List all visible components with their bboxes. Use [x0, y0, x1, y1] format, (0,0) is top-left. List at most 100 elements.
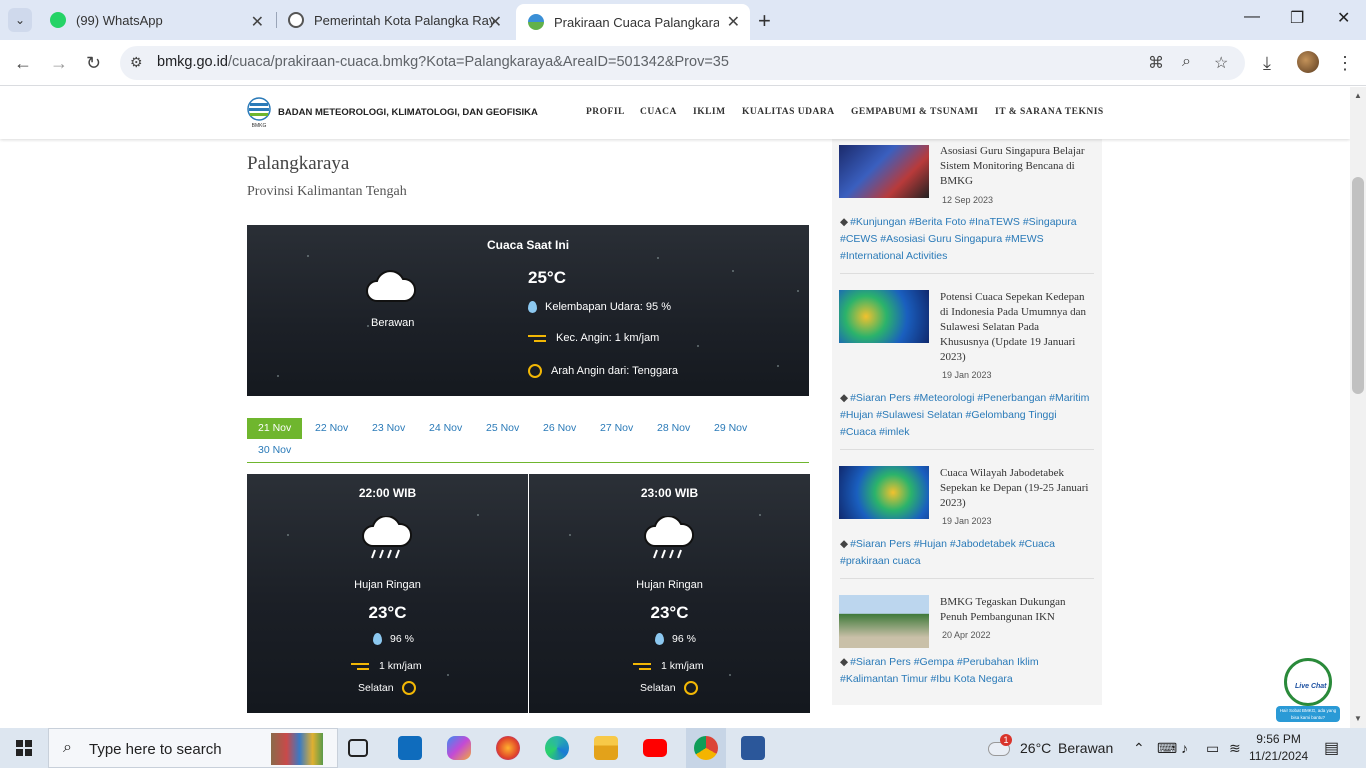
reload-button[interactable]: ↻ — [86, 53, 101, 74]
site-info-icon[interactable]: ⚙ — [130, 54, 143, 71]
restore-button[interactable]: ❐ — [1290, 8, 1304, 28]
current-weather-title: Cuaca Saat Ini — [487, 238, 570, 252]
close-tab-icon[interactable]: ✕ — [251, 12, 264, 32]
wifi-icon[interactable]: ≋ — [1229, 740, 1241, 757]
article-title[interactable]: Cuaca Wilayah Jabodetabek Sepekan ke Dep… — [940, 466, 1090, 511]
bmkg-favicon-icon — [528, 14, 544, 30]
task-view-icon[interactable] — [348, 739, 368, 757]
back-button[interactable]: ← — [14, 53, 32, 74]
keyboard-icon[interactable]: ⌨ — [1157, 740, 1177, 757]
taskbar-search[interactable]: ⌕ Type here to search — [48, 728, 338, 768]
article-tags[interactable]: ◆ #Kunjungan #Berita Foto #InaTEWS #Singa… — [840, 214, 1090, 265]
article-tags-text[interactable]: #Siaran Pers #Gempa #Perubahan Iklim #Ka… — [840, 656, 1039, 685]
forecast-direction-row: Selatan — [640, 681, 707, 695]
date-tab-27-nov[interactable]: 27 Nov — [589, 418, 644, 439]
nav-iklim[interactable]: IKLIM — [693, 107, 726, 117]
url-text[interactable]: bmkg.go.id/cuaca/prakiraan-cuaca.bmkg?Ko… — [157, 54, 729, 70]
download-icon[interactable]: ⤓ — [1263, 53, 1271, 74]
forward-button[interactable]: → — [50, 53, 68, 74]
zoom-icon[interactable]: ⌕ — [1182, 53, 1191, 71]
search-highlight-books-icon — [271, 733, 323, 765]
windows-start-icon[interactable] — [16, 740, 32, 756]
date-tab-28-nov[interactable]: 28 Nov — [646, 418, 701, 439]
article-tags-text[interactable]: #Kunjungan #Berita Foto #InaTEWS #Singap… — [840, 216, 1077, 262]
forecast-time: 23:00 WIB — [640, 486, 699, 500]
profile-avatar[interactable] — [1297, 51, 1319, 73]
volume-icon[interactable]: ♪ — [1181, 740, 1188, 756]
word-icon[interactable] — [741, 736, 765, 760]
article-thumbnail[interactable] — [839, 145, 929, 198]
bookmark-star-icon[interactable]: ☆ — [1214, 53, 1228, 73]
date-tab-30-nov[interactable]: 30 Nov — [247, 440, 302, 461]
article-tags[interactable]: ◆ #Siaran Pers #Gempa #Perubahan Iklim #K… — [840, 654, 1090, 688]
page-scrollbar[interactable]: ▲ ▼ — [1350, 87, 1366, 728]
outlook-icon[interactable] — [398, 736, 422, 760]
nav-profil[interactable]: PROFIL — [586, 107, 625, 117]
weather-temperature[interactable]: 26°C — [1020, 740, 1051, 756]
file-explorer-icon[interactable] — [594, 736, 618, 760]
tab-palangka-raya[interactable]: Pemerintah Kota Palangka Raya ✕ — [276, 4, 512, 36]
bmkg-logo[interactable]: BMKG — [247, 97, 271, 129]
article-title[interactable]: Potensi Cuaca Sepekan Kedepan di Indones… — [940, 290, 1090, 365]
notifications-icon[interactable]: ▤ — [1324, 738, 1339, 758]
date-tab-29-nov[interactable]: 29 Nov — [703, 418, 758, 439]
droplet-icon — [373, 633, 382, 645]
forecast-direction: Selatan — [358, 682, 394, 694]
wind-icon — [633, 661, 653, 671]
date-tab-22-nov[interactable]: 22 Nov — [304, 418, 359, 439]
live-chat-widget[interactable]: Live Chat Hai! Sobat BMKG, ada yang bisa… — [1276, 658, 1340, 724]
nav-it-sarana[interactable]: IT & SARANA TEKNIS — [995, 107, 1104, 117]
compass-icon — [401, 681, 416, 695]
date-tab-21-nov[interactable]: 21 Nov — [247, 418, 303, 439]
windows-taskbar: ⌕ Type here to search 1 26°C Berawan ⌃ ⌨… — [0, 728, 1366, 768]
chat-mascot-icon: Live Chat — [1284, 658, 1332, 706]
article-tags-text[interactable]: #Siaran Pers #Hujan #Jabodetabek #Cuaca … — [840, 538, 1055, 567]
battery-icon[interactable]: ▭ — [1206, 740, 1219, 757]
article-title[interactable]: BMKG Tegaskan Dukungan Penuh Pembangunan… — [940, 595, 1090, 625]
tab-title: Prakiraan Cuaca Palangkaraya - — [554, 14, 719, 30]
translate-icon[interactable]: ⌘ — [1148, 53, 1164, 73]
org-name[interactable]: BADAN METEOROLOGI, KLIMATOLOGI, DAN GEOF… — [278, 107, 538, 118]
chrome-taskbar-active[interactable] — [686, 728, 726, 768]
article-thumbnail[interactable] — [839, 290, 929, 343]
wind-speed-row: Kec. Angin: 1 km/jam — [528, 332, 659, 344]
firefox-icon[interactable] — [496, 736, 520, 760]
tab-search-dropdown[interactable]: ⌄ — [8, 8, 32, 32]
minimize-button[interactable]: — — [1244, 8, 1260, 26]
nav-gempabumi[interactable]: GEMPABUMI & TSUNAMI — [851, 107, 978, 117]
wind-direction-text: Arah Angin dari: Tenggara — [551, 365, 678, 377]
date-tab-26-nov[interactable]: 26 Nov — [532, 418, 587, 439]
tab-whatsapp[interactable]: (99) WhatsApp ✕ — [38, 4, 274, 36]
close-tab-icon[interactable]: ✕ — [489, 12, 502, 32]
date-tab-25-nov[interactable]: 25 Nov — [475, 418, 530, 439]
copilot-icon[interactable] — [447, 736, 471, 760]
nav-kualitas-udara[interactable]: KUALITAS UDARA — [742, 107, 835, 117]
youtube-icon[interactable] — [643, 739, 667, 757]
menu-icon[interactable]: ⋮ — [1336, 53, 1354, 74]
forecast-direction-row: Selatan — [358, 681, 425, 695]
scrollbar-thumb[interactable] — [1352, 177, 1364, 394]
chevron-up-icon[interactable]: ⌃ — [1133, 740, 1145, 757]
article-thumbnail[interactable] — [839, 595, 929, 648]
address-bar[interactable]: ⚙ bmkg.go.id/cuaca/prakiraan-cuaca.bmkg?… — [120, 46, 1245, 80]
close-tab-icon[interactable]: ✕ — [727, 12, 740, 32]
date-tab-23-nov[interactable]: 23 Nov — [361, 418, 416, 439]
article-title[interactable]: Asosiasi Guru Singapura Belajar Sistem M… — [940, 144, 1090, 189]
new-tab-button[interactable]: + — [758, 8, 771, 34]
weather-condition[interactable]: Berawan — [1058, 740, 1113, 756]
article-date: 20 Apr 2022 — [942, 630, 991, 640]
weather-widget-icon[interactable]: 1 — [986, 734, 1012, 760]
close-window-button[interactable]: ✕ — [1337, 8, 1350, 28]
article-thumbnail[interactable] — [839, 466, 929, 519]
taskbar-clock[interactable]: 9:56 PM 11/21/2024 — [1249, 731, 1308, 765]
tab-bmkg[interactable]: Prakiraan Cuaca Palangkaraya - ✕ — [516, 4, 750, 40]
wind-speed-text: Kec. Angin: 1 km/jam — [556, 332, 660, 344]
browser-tab-strip: ⌄ (99) WhatsApp ✕ Pemerintah Kota Palang… — [0, 0, 1366, 40]
date-tabs-underline — [247, 462, 809, 463]
nav-cuaca[interactable]: CUACA — [640, 107, 677, 117]
article-tags-text[interactable]: #Siaran Pers #Meteorologi #Penerbangan #… — [840, 392, 1089, 438]
article-tags[interactable]: ◆ #Siaran Pers #Hujan #Jabodetabek #Cuaca… — [840, 536, 1090, 570]
date-tab-24-nov[interactable]: 24 Nov — [418, 418, 473, 439]
article-tags[interactable]: ◆ #Siaran Pers #Meteorologi #Penerbangan … — [840, 390, 1090, 441]
edge-icon[interactable] — [545, 736, 569, 760]
